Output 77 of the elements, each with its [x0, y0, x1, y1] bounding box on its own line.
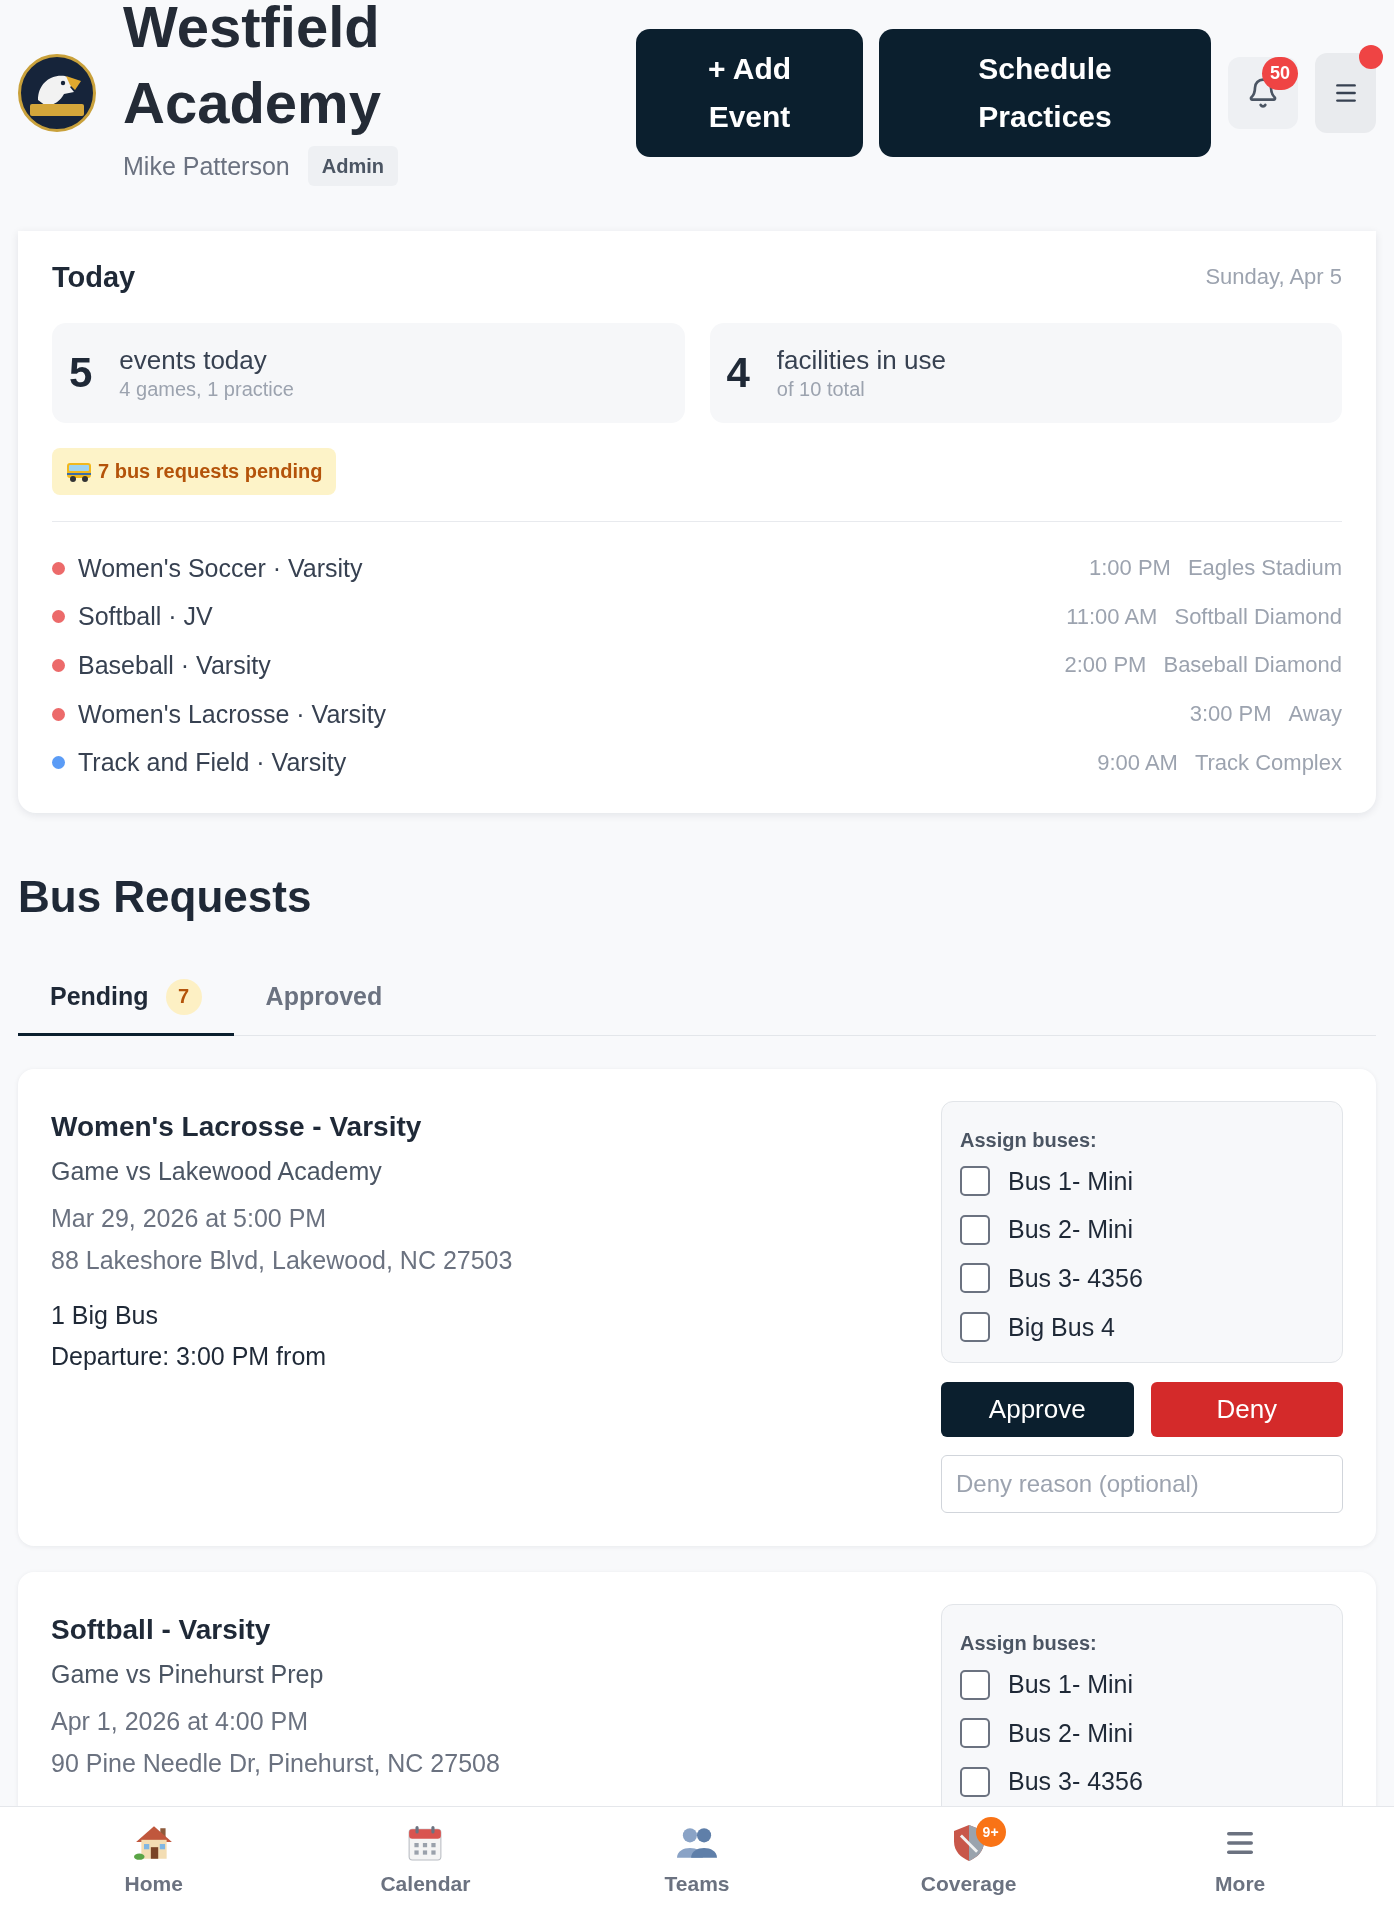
checkbox[interactable] — [960, 1766, 990, 1797]
tab[interactable]: Pending 7 — [18, 960, 234, 1036]
checkbox-label: Bus 3- 4356 — [1008, 1263, 1143, 1293]
section-title: Bus Requests — [18, 870, 313, 923]
panel-label: Assign buses: — [960, 1631, 1098, 1657]
opponent-text: Game vs Pinehurst Prep — [51, 1659, 325, 1691]
checkbox-label: Bus 2- Mini — [1008, 1718, 1134, 1748]
event-location: Track Complex — [1194, 749, 1342, 776]
chip-text: 7 bus requests pending — [98, 460, 323, 483]
address-text: 88 Lakeshore Blvd, Lakewood, NC 27503 — [51, 1244, 514, 1276]
header-action-button[interactable]: Schedule Practices — [879, 29, 1211, 157]
departure-text: Departure: 3:00 PM from — [51, 1340, 328, 1372]
user-name: Mike Patterson — [123, 151, 290, 181]
event-name: Track and Field · Varsity — [78, 748, 347, 778]
approve-button[interactable]: Approve — [941, 1382, 1134, 1438]
menu-button[interactable] — [1315, 53, 1376, 133]
stat-label: events today — [119, 344, 268, 376]
event-name: Baseball · Varsity — [78, 651, 271, 680]
deny-button[interactable]: Deny — [1150, 1382, 1343, 1438]
checkbox[interactable] — [960, 1166, 990, 1197]
checkbox-label: Bus 3- 4356 — [1008, 1767, 1143, 1797]
reason-input-field[interactable]: Deny reason (optional) — [941, 1455, 1343, 1514]
bus-icon — [66, 461, 92, 482]
panel-label: Assign buses: — [960, 1127, 1098, 1153]
date-time-text: Mar 29, 2026 at 5:00 PM — [51, 1202, 328, 1234]
event-time: 9:00 AM — [1097, 749, 1178, 776]
notification-count-badge: 50 — [1262, 57, 1298, 90]
date-text: Sunday, Apr 5 — [1205, 264, 1342, 290]
stat-label: facilities in use — [776, 344, 946, 376]
checkbox-label: Bus 2- Mini — [1008, 1215, 1134, 1245]
count-badge: 9+ — [975, 1817, 1006, 1847]
stat-detail: of 10 total — [776, 377, 866, 402]
checkbox[interactable] — [960, 1669, 990, 1700]
nav-button[interactable]: Home — [18, 1807, 290, 1905]
nav-button[interactable]: Calendar — [289, 1807, 562, 1905]
menu-icon — [1227, 1832, 1254, 1854]
team-title: Women's Lacrosse - Varsity — [51, 1109, 423, 1144]
checkbox-label: Bus 1- Mini — [1008, 1166, 1134, 1196]
role-badge: Admin — [307, 146, 398, 186]
count-badge: 7 — [165, 978, 202, 1015]
stat-value: 5 — [69, 349, 93, 397]
event-location: Eagles Stadium — [1187, 555, 1342, 582]
event-time: 2:00 PM — [1064, 652, 1147, 679]
notifications-button[interactable]: 50 — [1228, 57, 1298, 129]
nav-button[interactable]: More — [1104, 1807, 1376, 1905]
address-text: 90 Pine Needle Dr, Pinehurst, NC 27508 — [51, 1748, 501, 1780]
bus-need-text: 1 Big Bus — [51, 1299, 159, 1331]
date-time-text: Apr 1, 2026 at 4:00 PM — [51, 1706, 310, 1738]
card-title: Today — [52, 260, 136, 294]
event-name: Women's Soccer · Varsity — [78, 553, 363, 583]
opponent-text: Game vs Lakewood Academy — [51, 1155, 383, 1187]
event-time: 3:00 PM — [1189, 701, 1272, 728]
event-location: Baseball Diamond — [1163, 652, 1342, 679]
team-title: Softball - Varsity — [51, 1613, 272, 1648]
bell-icon — [1247, 77, 1279, 109]
event-name: Women's Lacrosse · Varsity — [78, 699, 387, 729]
nav-button[interactable]: 9+ Coverage — [832, 1807, 1105, 1905]
checkbox[interactable] — [960, 1718, 990, 1749]
people-icon — [677, 1828, 717, 1858]
nav-button[interactable]: Teams — [561, 1807, 833, 1905]
checkbox[interactable] — [960, 1263, 990, 1294]
checkbox-label: Big Bus 4 — [1008, 1312, 1115, 1342]
event-time: 1:00 PM — [1088, 555, 1171, 582]
calendar-icon — [407, 1825, 444, 1861]
house-icon — [133, 1825, 174, 1861]
event-location: Softball Diamond — [1174, 603, 1342, 630]
stat-value: 4 — [726, 349, 750, 397]
event-location: Away — [1288, 701, 1342, 728]
checkbox-label: Bus 1- Mini — [1008, 1670, 1134, 1700]
stat-detail: 4 games, 1 practice — [119, 377, 294, 402]
header-action-button[interactable]: + Add Event — [636, 29, 863, 157]
checkbox[interactable] — [960, 1214, 990, 1245]
tab[interactable]: Approved — [233, 960, 415, 1036]
school-name: Westfield Academy — [123, 0, 382, 137]
checkbox[interactable] — [960, 1312, 990, 1343]
event-name: Softball · JV — [78, 602, 213, 632]
event-time: 11:00 AM — [1066, 603, 1158, 630]
